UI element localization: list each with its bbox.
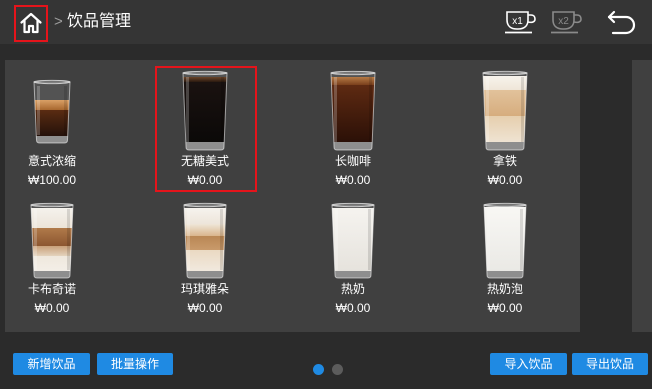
drink-name: 拿铁 <box>492 154 517 168</box>
drink-name: 卡布奇诺 <box>27 282 76 296</box>
drink-image <box>27 198 77 280</box>
drink-price: ₩0.00 <box>335 301 371 315</box>
cup-x2-icon: x2 <box>551 11 582 34</box>
drink-item[interactable]: 无糖美式 ₩0.00 <box>155 66 257 192</box>
drink-image <box>180 198 230 280</box>
drink-image <box>328 198 378 280</box>
page-dot[interactable] <box>332 364 343 375</box>
drink-image <box>480 70 530 152</box>
cup-x1-icon: x1 <box>505 11 536 34</box>
cup-x1-label: x1 <box>512 16 523 27</box>
drink-item[interactable]: 长咖啡 ₩0.00 <box>303 70 403 189</box>
drink-item[interactable]: 热奶 ₩0.00 <box>303 198 403 317</box>
import-drinks-button[interactable]: 导入饮品 <box>490 353 567 375</box>
page-title: 饮品管理 <box>67 13 132 30</box>
drink-item[interactable]: 拿铁 ₩0.00 <box>455 70 555 189</box>
drink-name: 意式浓缩 <box>27 154 76 168</box>
drink-item[interactable]: 卡布奇诺 ₩0.00 <box>2 198 102 317</box>
drink-price: ₩0.00 <box>487 173 523 187</box>
drink-name: 长咖啡 <box>334 154 371 168</box>
drink-price: ₩0.00 <box>187 301 223 315</box>
add-drink-button[interactable]: 新增饮品 <box>13 353 90 375</box>
drink-name: 无糖美式 <box>180 154 229 168</box>
single-cup-button[interactable]: x1 <box>504 8 538 36</box>
drink-name: 玛琪雅朵 <box>180 282 229 296</box>
back-button[interactable] <box>604 8 638 38</box>
drink-item[interactable]: 意式浓缩 ₩100.00 <box>2 70 102 189</box>
next-page-panel <box>632 60 652 332</box>
drink-item[interactable]: 玛琪雅朵 ₩0.00 <box>155 198 255 317</box>
cup-x2-label: x2 <box>558 16 569 27</box>
drink-name: 热奶泡 <box>486 282 523 296</box>
double-cup-button[interactable]: x2 <box>550 8 584 36</box>
home-highlight-box <box>14 5 48 42</box>
drink-price: ₩100.00 <box>27 173 77 187</box>
top-bar: > 饮品管理 x1 x2 <box>0 0 652 44</box>
batch-operation-button[interactable]: 批量操作 <box>97 353 173 375</box>
drink-image <box>180 70 230 152</box>
drink-price: ₩0.00 <box>335 173 371 187</box>
export-drinks-button[interactable]: 导出饮品 <box>572 353 648 375</box>
drink-item[interactable]: 热奶泡 ₩0.00 <box>455 198 555 317</box>
drink-price: ₩0.00 <box>487 301 523 315</box>
breadcrumb-separator: > <box>54 13 63 30</box>
back-arrow-icon <box>607 10 636 35</box>
page-dot[interactable] <box>313 364 324 375</box>
drink-price: ₩0.00 <box>187 173 223 187</box>
drink-name: 热奶 <box>340 282 365 296</box>
drink-image <box>27 70 77 152</box>
drink-image <box>480 198 530 280</box>
drink-price: ₩0.00 <box>34 301 70 315</box>
drink-image <box>328 70 378 152</box>
